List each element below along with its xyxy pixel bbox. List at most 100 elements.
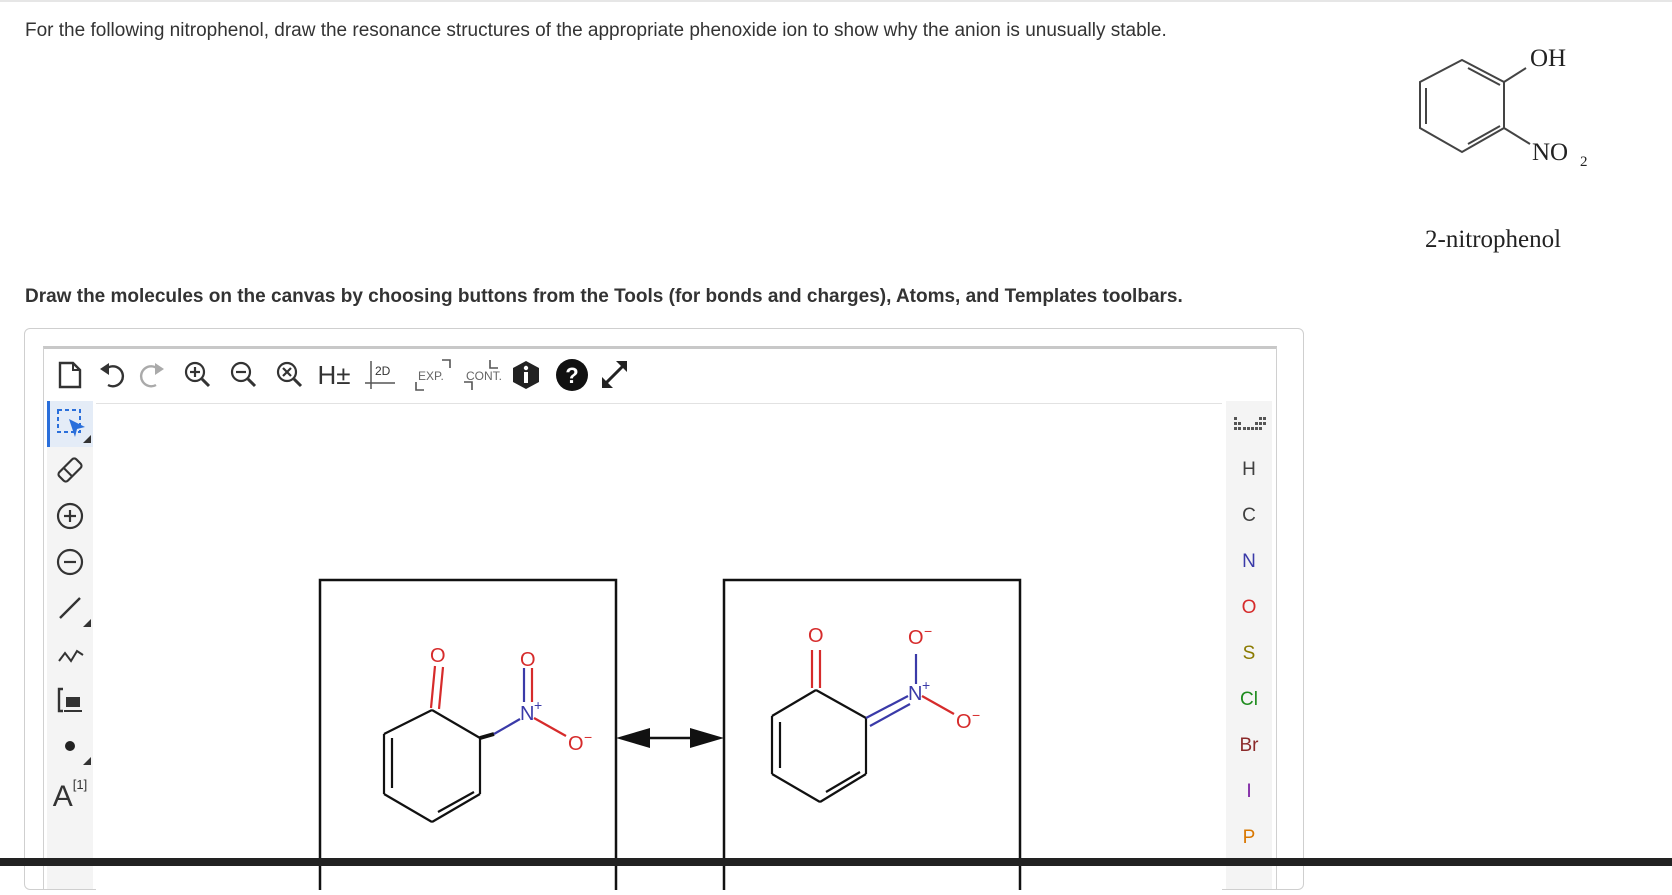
question-text: For the following nitrophenol, draw the …: [25, 20, 1167, 41]
toggle-hydrogens-button[interactable]: H±: [316, 357, 352, 393]
canvas-drawing: O N + O O − O N + O − O −: [318, 578, 1022, 895]
fullscreen-icon: [602, 361, 627, 388]
redo-icon: [139, 363, 164, 388]
undo-icon: [100, 363, 125, 388]
periodic-table-button[interactable]: [1226, 401, 1272, 447]
text-tool-superscript: [1]: [72, 777, 88, 792]
clean-2d-icon: 2D: [365, 361, 395, 389]
radical-tool[interactable]: [47, 723, 93, 769]
s2-nitrogen-charge: +: [922, 677, 930, 693]
single-bond-icon: [59, 597, 81, 619]
structure-2-box: [722, 578, 1022, 895]
no2-subscript: 2: [1580, 154, 1588, 170]
zoom-out-icon: [230, 361, 257, 388]
fullscreen-button[interactable]: [596, 357, 632, 393]
s1-nitro-oxygen-anion: O: [568, 733, 584, 755]
top-divider: [0, 0, 1672, 2]
s1-oxygen-charge: −: [584, 729, 592, 745]
svg-text:?: ?: [565, 363, 578, 388]
s1-nitrogen: N: [520, 703, 534, 725]
oh-label: OH: [1530, 45, 1566, 72]
atom-n-label: N: [1242, 551, 1256, 572]
s1-nitrogen-charge: +: [534, 697, 542, 713]
atom-o-label: O: [1241, 597, 1257, 618]
atom-c-button[interactable]: C: [1226, 493, 1272, 539]
s2-oxygen-charge: −: [972, 707, 980, 723]
s2-nitro-oxygen-top: O: [908, 627, 924, 649]
template-bracket-icon: [57, 687, 82, 713]
clean-2d-button[interactable]: 2D: [362, 357, 398, 393]
atom-br-button[interactable]: Br: [1226, 723, 1272, 769]
atom-n-button[interactable]: N: [1226, 539, 1272, 585]
s2-top-oxygen-charge: −: [924, 623, 932, 639]
info-button[interactable]: [508, 357, 544, 393]
expand-icon: EXP.: [415, 359, 451, 391]
chain-tool[interactable]: [47, 631, 93, 677]
bottom-bar: [0, 858, 1672, 866]
structure-2: O N + O − O −: [770, 623, 980, 803]
atom-i-label: I: [1246, 781, 1252, 802]
s1-nitro-oxygen-top: O: [520, 649, 536, 671]
no2-label: NO: [1532, 139, 1568, 166]
drawing-canvas[interactable]: O N + O O − O N + O − O −: [96, 403, 1222, 895]
new-document-button[interactable]: [52, 357, 88, 393]
reference-structure-drawing: OH NO 2: [1419, 45, 1588, 170]
s2-nitro-oxygen-anion: O: [956, 711, 972, 733]
atom-i-button[interactable]: I: [1226, 769, 1272, 815]
negative-charge-tool[interactable]: [47, 539, 93, 585]
resonance-arrow: [616, 728, 724, 748]
info-icon: [513, 361, 539, 389]
tools-toolbar: A [1]: [47, 401, 93, 889]
atom-s-button[interactable]: S: [1226, 631, 1272, 677]
zoom-out-button[interactable]: [226, 357, 262, 393]
atom-h-button[interactable]: H: [1226, 447, 1272, 493]
periodic-table-icon: [1234, 417, 1266, 430]
chain-icon: [58, 649, 84, 663]
eraser-icon: [57, 457, 83, 483]
template-tool[interactable]: [47, 677, 93, 723]
select-tool[interactable]: [47, 401, 93, 447]
s2-carbonyl-oxygen: O: [808, 625, 824, 647]
atom-c-label: C: [1242, 505, 1256, 526]
atom-cl-button[interactable]: Cl: [1226, 677, 1272, 723]
redo-button[interactable]: [134, 357, 170, 393]
atom-cl-label: Cl: [1240, 689, 1258, 710]
plus-charge-icon: [56, 502, 84, 530]
instruction-text: Draw the molecules on the canvas by choo…: [25, 286, 1183, 307]
s1-carbonyl-oxygen: O: [430, 645, 446, 667]
reference-caption: 2-nitrophenol: [1425, 226, 1562, 253]
expand-button[interactable]: EXP.: [412, 357, 456, 393]
help-icon: ?: [556, 359, 588, 391]
radical-dot-icon: [65, 741, 75, 751]
atom-p-button[interactable]: P: [1226, 815, 1272, 861]
new-document-icon: [58, 361, 82, 389]
single-bond-tool[interactable]: [47, 585, 93, 631]
reference-molecule-2-nitrophenol: OH NO 2: [1400, 40, 1620, 190]
contract-label: CONT.: [466, 369, 502, 383]
zoom-in-icon: [184, 361, 211, 388]
help-button[interactable]: ?: [554, 357, 590, 393]
top-toolbar: H± 2D EXP. CONT. ?: [44, 349, 1224, 401]
positive-charge-tool[interactable]: [47, 493, 93, 539]
atom-s-label: S: [1242, 643, 1256, 664]
text-tool[interactable]: A [1]: [47, 769, 93, 815]
minus-charge-icon: [56, 548, 84, 576]
text-tool-label: A: [52, 780, 73, 813]
atom-o-button[interactable]: O: [1226, 585, 1272, 631]
contract-icon: CONT.: [464, 360, 502, 390]
undo-button[interactable]: [94, 357, 130, 393]
hydrogen-toggle-label: H±: [317, 359, 351, 390]
structure-1: O N + O O −: [382, 645, 592, 823]
eraser-tool[interactable]: [47, 447, 93, 493]
zoom-reset-button[interactable]: [272, 357, 308, 393]
clean-2d-label: 2D: [375, 364, 391, 378]
atom-br-label: Br: [1239, 735, 1259, 756]
atom-p-label: P: [1242, 827, 1256, 848]
s2-nitrogen: N: [908, 683, 922, 705]
atom-h-label: H: [1242, 459, 1256, 480]
zoom-reset-icon: [276, 361, 303, 388]
atoms-toolbar: H C N O S Cl Br I P: [1226, 401, 1272, 889]
contract-button[interactable]: CONT.: [460, 357, 504, 393]
molecule-editor: H± 2D EXP. CONT. ? A [1] O N + O O − O N…: [43, 346, 1277, 895]
zoom-in-button[interactable]: [180, 357, 216, 393]
